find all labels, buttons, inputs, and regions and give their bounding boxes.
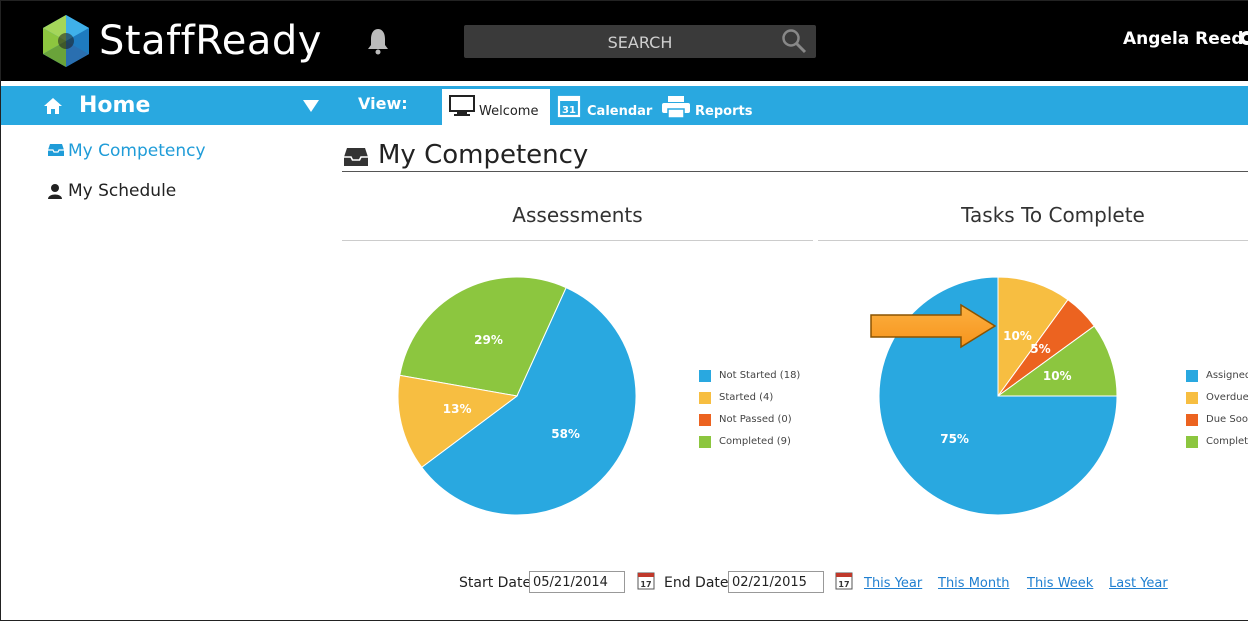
gear-icon[interactable] xyxy=(1237,28,1248,48)
tasks-heading: Tasks To Complete xyxy=(961,203,1145,227)
legend-label: Started (4) xyxy=(719,392,774,403)
this-week-link[interactable]: This Week xyxy=(1027,576,1093,591)
legend-swatch xyxy=(1186,436,1198,448)
start-date-label: Start Date xyxy=(459,575,532,591)
divider xyxy=(342,240,813,241)
chevron-down-icon[interactable] xyxy=(303,100,319,112)
page-title: My Competency xyxy=(378,140,589,170)
pie-value-label: 13% xyxy=(442,402,472,417)
legend-swatch xyxy=(699,370,711,382)
svg-text:17: 17 xyxy=(640,580,651,589)
legend-swatch xyxy=(699,436,711,448)
end-date-label: End Date xyxy=(664,575,729,591)
tab-reports-label[interactable]: Reports xyxy=(695,104,752,119)
inbox-icon xyxy=(344,148,368,166)
legend-swatch xyxy=(699,392,711,404)
legend-label: Due Soon xyxy=(1206,414,1248,425)
search-icon[interactable] xyxy=(781,28,807,54)
arrow-annotation-icon xyxy=(870,303,997,349)
last-year-link[interactable]: Last Year xyxy=(1109,576,1168,591)
pie-value-label: 29% xyxy=(474,333,503,348)
calendar-icon[interactable]: 17 xyxy=(835,572,853,590)
legend-swatch xyxy=(1186,414,1198,426)
brand-name: StaffReady xyxy=(99,18,322,64)
legend-label: Completed (9) xyxy=(719,436,791,447)
legend-label: Overdue xyxy=(1206,392,1248,403)
start-date-input[interactable] xyxy=(529,571,625,593)
svg-text:17: 17 xyxy=(838,580,849,589)
svg-text:31: 31 xyxy=(562,105,576,116)
this-month-link[interactable]: This Month xyxy=(938,576,1009,591)
assessments-heading: Assessments xyxy=(512,203,643,227)
pie-value-label: 58% xyxy=(551,426,580,441)
pie-value-label: 10% xyxy=(1003,329,1032,344)
inbox-icon xyxy=(48,144,64,156)
pie-value-label: 10% xyxy=(1042,368,1072,383)
user-name[interactable]: Angela Reed xyxy=(1123,29,1244,49)
staffready-logo-icon xyxy=(43,15,89,67)
home-label[interactable]: Home xyxy=(79,92,150,120)
legend-swatch xyxy=(1186,392,1198,404)
search-box[interactable]: SEARCH xyxy=(464,25,816,58)
legend-swatch xyxy=(699,414,711,426)
pie-value-label: 75% xyxy=(940,431,969,446)
view-label: View: xyxy=(358,94,408,113)
sidebar-item-my-schedule[interactable]: My Schedule xyxy=(68,181,176,201)
legend-label: Complete xyxy=(1206,436,1248,447)
tab-welcome-label[interactable]: Welcome xyxy=(479,104,538,119)
end-date-input[interactable] xyxy=(728,571,824,593)
bell-icon[interactable] xyxy=(365,27,391,55)
calendar-icon[interactable]: 31 xyxy=(557,94,581,118)
app-window: StaffReady SEARCH Angela Reed Home View:… xyxy=(0,0,1248,621)
divider xyxy=(342,171,1248,172)
monitor-icon xyxy=(449,95,475,116)
legend-label: Not Started (18) xyxy=(719,370,801,381)
search-input[interactable]: SEARCH xyxy=(464,25,816,58)
sidebar-item-my-competency[interactable]: My Competency xyxy=(68,141,206,161)
legend-swatch xyxy=(1186,370,1198,382)
this-year-link[interactable]: This Year xyxy=(864,576,922,591)
home-icon xyxy=(44,98,62,114)
legend-label: Assigned xyxy=(1206,370,1248,381)
assessments-pie-chart xyxy=(397,276,637,516)
legend-label: Not Passed (0) xyxy=(719,414,792,425)
calendar-icon[interactable]: 17 xyxy=(637,572,655,590)
user-icon xyxy=(48,184,62,199)
divider xyxy=(818,240,1248,241)
tab-calendar-label[interactable]: Calendar xyxy=(587,104,652,119)
pie-value-label: 5% xyxy=(1030,341,1051,356)
printer-icon[interactable] xyxy=(661,95,691,119)
